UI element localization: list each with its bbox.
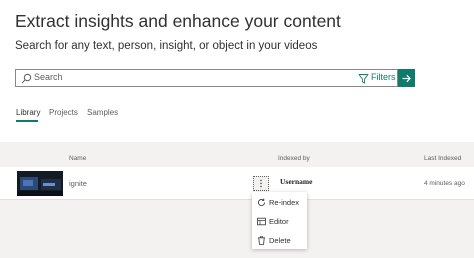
tab-library[interactable]: Library: [16, 108, 40, 117]
menu-item-delete[interactable]: Delete: [252, 231, 307, 250]
arrow-right-icon: [402, 74, 411, 82]
context-menu: Re-index Editor Delete: [252, 192, 307, 249]
menu-item-editor[interactable]: Editor: [252, 212, 307, 231]
indexed-by-user: Username: [280, 177, 313, 186]
filters-button[interactable]: Filters: [371, 72, 396, 82]
filter-icon[interactable]: [357, 72, 370, 85]
column-header-last-indexed[interactable]: Last Indexed: [424, 155, 461, 162]
video-thumbnail[interactable]: [17, 171, 63, 196]
search-input[interactable]: Search: [34, 72, 63, 82]
menu-item-label: Delete: [269, 236, 291, 245]
tab-projects[interactable]: Projects: [49, 108, 78, 117]
menu-item-reindex[interactable]: Re-index: [252, 193, 307, 212]
search-submit-button[interactable]: [398, 69, 415, 87]
page-subtitle: Search for any text, person, insight, or…: [15, 40, 318, 52]
active-tab-indicator: [16, 120, 38, 122]
video-thumbnail-image: [17, 171, 63, 196]
page-title: Extract insights and enhance your conten…: [15, 11, 341, 31]
search-icon: [21, 73, 32, 84]
more-options-button[interactable]: [253, 176, 269, 191]
tab-samples[interactable]: Samples: [87, 108, 118, 117]
video-name[interactable]: ignite: [69, 179, 87, 188]
column-header-indexed-by[interactable]: Indexed by: [278, 155, 310, 162]
menu-item-label: Editor: [269, 217, 289, 226]
more-vertical-icon: [260, 179, 262, 188]
trash-icon: [258, 236, 265, 245]
column-header-name[interactable]: Name: [69, 155, 86, 162]
last-indexed-time: 4 minutes ago: [424, 180, 465, 187]
menu-item-label: Re-index: [269, 198, 300, 207]
search-box[interactable]: Search Filters: [15, 69, 398, 87]
refresh-icon: [258, 198, 265, 206]
editor-icon: [257, 217, 266, 226]
